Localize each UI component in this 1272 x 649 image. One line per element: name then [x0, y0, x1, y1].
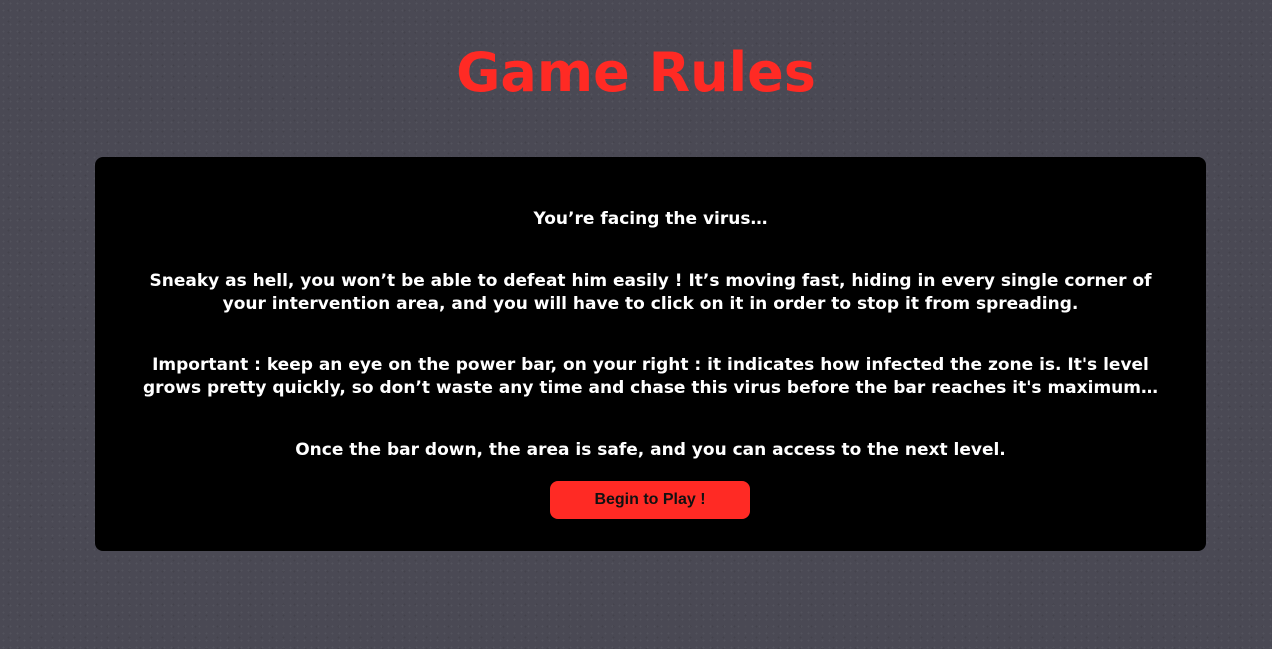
page-title: Game Rules [456, 41, 816, 104]
rules-intro-text: You’re facing the virus… [533, 209, 768, 229]
begin-to-play-button[interactable]: Begin to Play ! [550, 481, 750, 519]
rules-panel: You’re facing the virus… Sneaky as hell,… [95, 157, 1206, 551]
rules-description-text: Sneaky as hell, you won’t be able to def… [149, 271, 1152, 314]
rules-important-text: Important : keep an eye on the power bar… [143, 355, 1158, 398]
rules-outcome-text: Once the bar down, the area is safe, and… [295, 440, 1006, 460]
